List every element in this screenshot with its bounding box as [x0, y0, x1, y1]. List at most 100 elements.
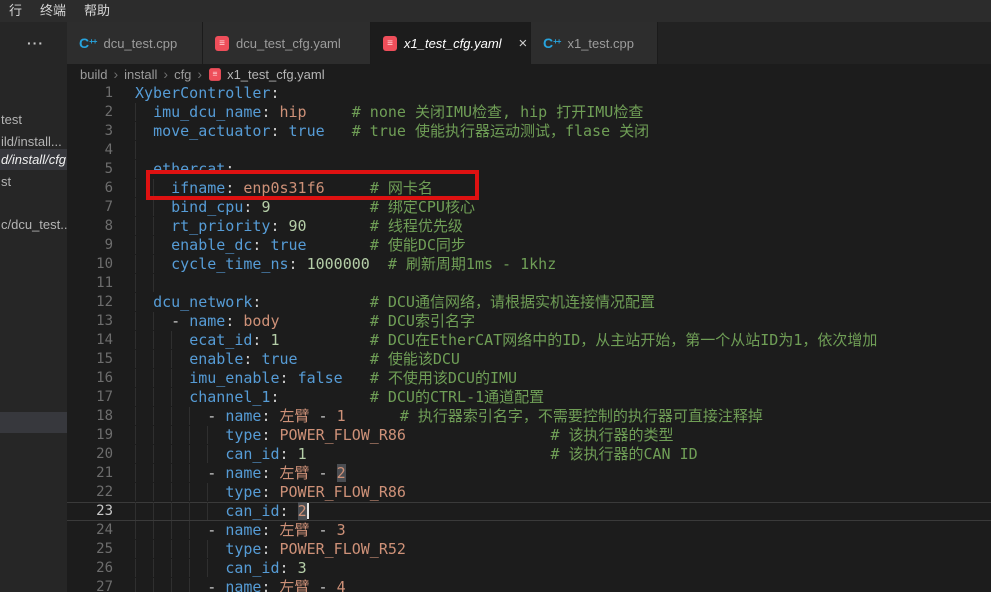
- code-line[interactable]: 20 can_id: 1 # 该执行器的CAN ID: [67, 445, 991, 464]
- line-number: 26: [67, 559, 135, 578]
- code-line[interactable]: 16 imu_enable: false # 不使用该DCU的IMU: [67, 369, 991, 388]
- text-cursor: [307, 503, 309, 519]
- line-number: 6: [67, 179, 135, 198]
- yaml-file-icon: ≡: [383, 36, 397, 51]
- line-number: 24: [67, 521, 135, 540]
- code-line[interactable]: 6 ifname: enp0s31f6 # 网卡名: [67, 179, 991, 198]
- code-line[interactable]: 25 type: POWER_FLOW_R52: [67, 540, 991, 559]
- line-number: 20: [67, 445, 135, 464]
- sidebar-item[interactable]: d/install/cfg: [0, 149, 67, 170]
- sidebar-item[interactable]: st: [0, 171, 67, 192]
- tab-x1_test_cfg.yaml[interactable]: ≡ x1_test_cfg.yaml ×: [371, 22, 531, 64]
- tab-label: dcu_test.cpp: [103, 36, 177, 51]
- line-number: 21: [67, 464, 135, 483]
- code-line[interactable]: 1XyberController:: [67, 84, 991, 103]
- tab-dcu_test_cfg.yaml[interactable]: ≡ dcu_test_cfg.yaml: [203, 22, 371, 64]
- code-line[interactable]: 23 can_id: 2: [67, 502, 991, 521]
- line-number: 14: [67, 331, 135, 350]
- code-line-text: ifname: enp0s31f6 # 网卡名: [135, 179, 433, 198]
- yaml-file-icon: ≡: [215, 36, 229, 51]
- code-line-text: can_id: 3: [135, 559, 307, 578]
- code-line-text: - name: 左臂 - 1 # 执行器索引名字，不需要控制的执行器可直接注释掉: [135, 407, 763, 426]
- code-line[interactable]: 10 cycle_time_ns: 1000000 # 刷新周期1ms - 1k…: [67, 255, 991, 274]
- line-number: 19: [67, 426, 135, 445]
- code-line[interactable]: 11: [67, 274, 991, 293]
- more-actions-icon[interactable]: ···: [0, 35, 44, 51]
- line-number: 27: [67, 578, 135, 592]
- line-number: 2: [67, 103, 135, 122]
- code-line[interactable]: 21 - name: 左臂 - 2: [67, 464, 991, 483]
- code-line-text: channel_1: # DCU的CTRL-1通道配置: [135, 388, 544, 407]
- code-line[interactable]: 8 rt_priority: 90 # 线程优先级: [67, 217, 991, 236]
- breadcrumb-file[interactable]: ≡x1_test_cfg.yaml: [208, 67, 325, 82]
- breadcrumb-item-build[interactable]: build: [80, 67, 107, 82]
- code-line-text: - name: body # DCU索引名字: [135, 312, 475, 331]
- menu-item-终端[interactable]: 终端: [31, 0, 75, 22]
- code-line[interactable]: 2 imu_dcu_name: hip # none 关闭IMU检查, hip …: [67, 103, 991, 122]
- code-line-text: move_actuator: true # true 使能执行器运动测试，fla…: [135, 122, 649, 141]
- code-line[interactable]: 5 ethercat:: [67, 160, 991, 179]
- tab-label: x1_test.cpp: [567, 36, 634, 51]
- code-line[interactable]: 27 - name: 左臂 - 4: [67, 578, 991, 592]
- code-line-text: - name: 左臂 - 2: [135, 464, 346, 483]
- line-number: 11: [67, 274, 135, 293]
- code-line-text: dcu_network: # DCU通信网络，请根据实机连接情况配置: [135, 293, 655, 312]
- editor-column: C++dcu_test.cpp≡dcu_test_cfg.yaml≡x1_tes…: [67, 22, 991, 592]
- tab-dcu_test.cpp[interactable]: C++ dcu_test.cpp: [67, 22, 203, 64]
- code-line-text: imu_dcu_name: hip # none 关闭IMU检查, hip 打开…: [135, 103, 643, 122]
- code-line[interactable]: 9 enable_dc: true # 使能DC同步: [67, 236, 991, 255]
- code-line-text: XyberController:: [135, 84, 280, 103]
- breadcrumb: build›install›cfg›≡x1_test_cfg.yaml: [67, 64, 991, 84]
- code-line-text: type: POWER_FLOW_R86 # 该执行器的类型: [135, 426, 674, 445]
- code-line[interactable]: 17 channel_1: # DCU的CTRL-1通道配置: [67, 388, 991, 407]
- code-line[interactable]: 3 move_actuator: true # true 使能执行器运动测试，f…: [67, 122, 991, 141]
- code-line[interactable]: 19 type: POWER_FLOW_R86 # 该执行器的类型: [67, 426, 991, 445]
- code-line-text: can_id: 1 # 该执行器的CAN ID: [135, 445, 698, 464]
- menu-item-行[interactable]: 行: [0, 0, 31, 22]
- close-icon[interactable]: ×: [519, 36, 528, 51]
- code-line[interactable]: 18 - name: 左臂 - 1 # 执行器索引名字，不需要控制的执行器可直接…: [67, 407, 991, 426]
- menu-item-帮助[interactable]: 帮助: [75, 0, 119, 22]
- line-number: 1: [67, 84, 135, 103]
- line-number: 7: [67, 198, 135, 217]
- code-line-text: [135, 141, 153, 160]
- code-line-text: - name: 左臂 - 3: [135, 521, 346, 540]
- code-line[interactable]: 14 ecat_id: 1 # DCU在EtherCAT网络中的ID，从主站开始…: [67, 331, 991, 350]
- code-line[interactable]: 7 bind_cpu: 9 # 绑定CPU核心: [67, 198, 991, 217]
- line-number: 17: [67, 388, 135, 407]
- sidebar-item[interactable]: test: [0, 109, 67, 130]
- code-line-text: [135, 274, 171, 293]
- sidebar: ··· testild/install...d/install/cfgstc/d…: [0, 22, 67, 592]
- code-line-text: ecat_id: 1 # DCU在EtherCAT网络中的ID，从主站开始，第一…: [135, 331, 877, 350]
- code-line-text: cycle_time_ns: 1000000 # 刷新周期1ms - 1khz: [135, 255, 556, 274]
- tab-label: dcu_test_cfg.yaml: [236, 36, 341, 51]
- code-line-text: bind_cpu: 9 # 绑定CPU核心: [135, 198, 475, 217]
- menu-bar: 行终端帮助: [0, 0, 991, 22]
- tab-bar: C++ dcu_test.cpp ≡ dcu_test_cfg.yaml ≡ x1_tes…: [67, 22, 991, 64]
- sidebar-highlight-row[interactable]: [0, 412, 67, 433]
- code-line[interactable]: 22 type: POWER_FLOW_R86: [67, 483, 991, 502]
- code-line[interactable]: 24 - name: 左臂 - 3: [67, 521, 991, 540]
- code-line-text: rt_priority: 90 # 线程优先级: [135, 217, 463, 236]
- breadcrumb-item-install[interactable]: install: [124, 67, 157, 82]
- tab-label: x1_test_cfg.yaml: [404, 36, 502, 51]
- line-number: 15: [67, 350, 135, 369]
- breadcrumb-item-cfg[interactable]: cfg: [174, 67, 191, 82]
- line-number: 9: [67, 236, 135, 255]
- code-line[interactable]: 15 enable: true # 使能该DCU: [67, 350, 991, 369]
- code-line-text: type: POWER_FLOW_R86: [135, 483, 406, 502]
- yaml-file-icon: ≡: [209, 68, 221, 81]
- tab-x1_test.cpp[interactable]: C++ x1_test.cpp: [531, 22, 658, 64]
- cpp-file-icon: C++: [543, 36, 560, 50]
- cpp-file-icon: C++: [79, 36, 96, 50]
- code-line-text: enable_dc: true # 使能DC同步: [135, 236, 466, 255]
- code-line-text: type: POWER_FLOW_R52: [135, 540, 406, 559]
- code-editor[interactable]: 1XyberController:2 imu_dcu_name: hip # n…: [67, 84, 991, 592]
- code-line[interactable]: 26 can_id: 3: [67, 559, 991, 578]
- code-line-text: can_id: 2: [135, 502, 309, 521]
- code-line[interactable]: 12 dcu_network: # DCU通信网络，请根据实机连接情况配置: [67, 293, 991, 312]
- code-line[interactable]: 4: [67, 141, 991, 160]
- sidebar-item[interactable]: c/dcu_test...: [0, 214, 67, 235]
- code-line[interactable]: 13 - name: body # DCU索引名字: [67, 312, 991, 331]
- line-number: 18: [67, 407, 135, 426]
